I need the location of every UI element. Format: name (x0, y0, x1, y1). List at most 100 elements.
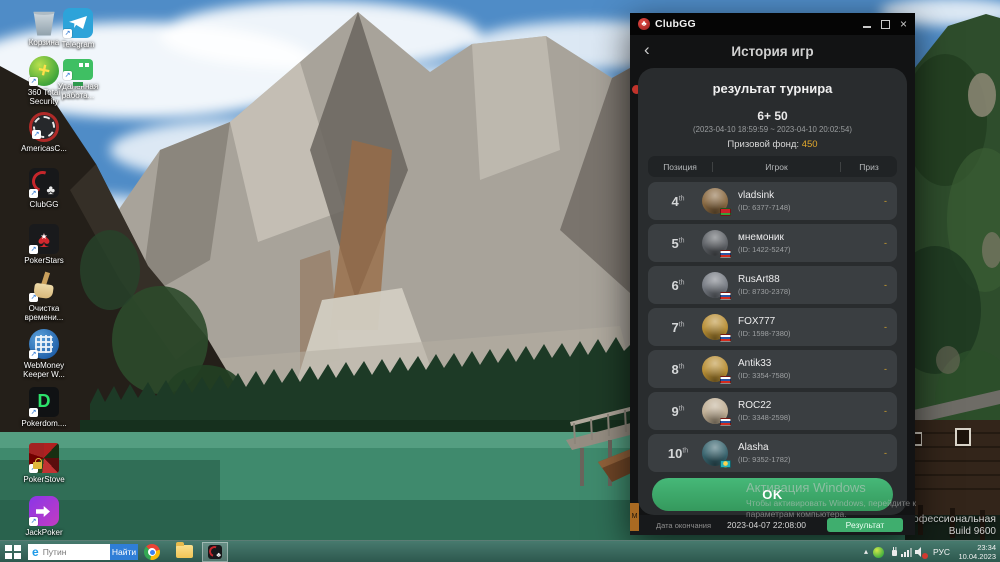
player-row[interactable]: 5th мнемоник (ID: 1422-5247) - (648, 224, 897, 262)
desktop: Корзина ↗Telegram ↗360 Total Security ↗У… (0, 0, 1000, 562)
clubgg-window: ClubGG × ‹ История игр М Дата окончания … (630, 13, 915, 535)
tray-volume-icon[interactable] (915, 547, 926, 557)
desktop-icon-pokerstars[interactable]: ↗PokerStars (20, 224, 68, 265)
player-id: (ID: 1422-5247) (738, 245, 869, 254)
shortcut-arrow-icon: ↗ (29, 189, 38, 198)
close-button[interactable]: × (900, 18, 907, 30)
player-id: (ID: 3354-7580) (738, 371, 869, 380)
desktop-icon-webmoney[interactable]: ↗WebMoney Keeper W... (20, 329, 68, 379)
avatar (702, 230, 728, 256)
flag-russia-icon (720, 250, 731, 258)
shortcut-arrow-icon: ↗ (29, 408, 38, 417)
place: 6th (658, 278, 698, 293)
avatar (702, 188, 728, 214)
window-body: ‹ История игр М Дата окончания 2023-04-0… (630, 35, 915, 535)
desktop-icon-pokerdom[interactable]: ↗Pokerdom.... (20, 387, 68, 428)
flag-russia-icon (720, 292, 731, 300)
tournament-period: (2023-04-10 18:59:59 ~ 2023-04-10 20:02:… (638, 125, 907, 134)
player-row[interactable]: 4th vladsink(ID: 6377-7148) - (648, 182, 897, 220)
avatar (702, 272, 728, 298)
result-button[interactable]: Результат (827, 518, 903, 532)
modal-title: результат турнира (638, 68, 907, 96)
player-name: RusArt88 (738, 274, 869, 285)
player-row[interactable]: 6th RusArt88 (ID: 8730-2378) - (648, 266, 897, 304)
place: 5th (658, 236, 698, 251)
taskbar-clubgg-app[interactable] (202, 542, 228, 562)
ok-button[interactable]: OK (652, 478, 893, 511)
desktop-icon-telegram[interactable]: ↗Telegram (54, 8, 102, 49)
shortcut-arrow-icon: ↗ (29, 293, 38, 302)
file-explorer-icon[interactable] (176, 545, 193, 558)
prize-value: - (869, 406, 887, 416)
desktop-icon-remote-work[interactable]: ↗Удаленная работа... (54, 56, 102, 100)
desktop-icon-cleanup[interactable]: ↗Очистка времени... (20, 272, 68, 322)
place: 10th (658, 446, 698, 461)
cleanup-brush-icon: ↗ (29, 272, 59, 302)
player-id: (ID: 3348-2598) (738, 413, 869, 422)
flag-russia-icon (720, 334, 731, 342)
taskbar-clock[interactable]: 23:34 10.04.2023 (950, 543, 996, 561)
end-date-label: Дата окончания (656, 521, 711, 530)
avatar (702, 314, 728, 340)
search-find-button[interactable]: Найти (110, 544, 138, 560)
flag-russia-icon (720, 376, 731, 384)
prize-value: - (869, 238, 887, 248)
prize-value: - (869, 448, 887, 458)
shortcut-arrow-icon: ↗ (63, 71, 72, 80)
player-id: (ID: 8730-2378) (738, 287, 869, 296)
desktop-icon-americas-cardroom[interactable]: ↗AmericasC... (20, 112, 68, 153)
player-row[interactable]: 7th FOX777(ID: 1598-7380) - (648, 308, 897, 346)
minimize-button[interactable] (863, 26, 871, 28)
player-row[interactable]: 10th Alasha (ID: 9352-1782) - (648, 434, 897, 472)
windows-logo-icon (5, 545, 25, 559)
window-title: ClubGG (655, 18, 696, 30)
tray-usb-icon[interactable] (890, 547, 898, 557)
app-header: ‹ История игр (630, 35, 915, 68)
desktop-icon-pokerstove[interactable]: ↗PokerStove (20, 443, 68, 484)
player-id: (ID: 6377-7148) (738, 203, 869, 212)
desktop-icon-jackpoker[interactable]: ↗JackPoker (20, 496, 68, 537)
clock-date: 10.04.2023 (950, 552, 996, 561)
maximize-button[interactable] (881, 20, 890, 29)
table-header: Позиция Игрок Приз (648, 156, 897, 177)
shortcut-arrow-icon: ↗ (32, 130, 41, 139)
clock-time: 23:34 (950, 543, 996, 552)
prize-value: - (869, 280, 887, 290)
shortcut-arrow-icon: ↗ (29, 245, 38, 254)
taskbar-search-input[interactable]: e Путин (28, 544, 110, 560)
avatar (702, 398, 728, 424)
chrome-icon[interactable] (144, 544, 160, 560)
page-title: История игр (630, 35, 915, 59)
avatar (702, 356, 728, 382)
webmoney-globe-icon: ↗ (29, 329, 59, 359)
tray-360-security-icon[interactable] (873, 547, 884, 558)
tray-expand-icon[interactable]: ▴ (864, 547, 868, 556)
shortcut-arrow-icon: ↗ (29, 77, 38, 86)
back-icon[interactable]: ‹ (644, 40, 650, 60)
player-name: мнемоник (738, 232, 869, 243)
prize-fund: Призовой фонд: 450 (638, 139, 907, 150)
results-list: 4th vladsink(ID: 6377-7148) - 5th мнемон… (648, 182, 897, 472)
player-name: ROC22 (738, 400, 869, 411)
poker-chip-icon: ↗ (29, 112, 59, 142)
side-tab: М (630, 503, 639, 531)
shortcut-arrow-icon: ↗ (63, 29, 72, 38)
clubgg-logo-icon (638, 18, 650, 30)
background-row: Дата окончания 2023-04-07 22:08:00 Резул… (630, 515, 915, 535)
window-titlebar[interactable]: ClubGG × (630, 13, 915, 35)
player-name: FOX777 (738, 316, 869, 327)
flag-russia-icon (720, 418, 731, 426)
language-indicator[interactable]: РУС (933, 547, 950, 557)
volume-badge (922, 553, 928, 559)
prize-fund-value: 450 (802, 139, 818, 150)
desktop-icon-clubgg[interactable]: ↗ClubGG (20, 168, 68, 209)
column-position: Позиция (648, 162, 712, 172)
telegram-icon: ↗ (63, 8, 93, 38)
tray-network-icon[interactable] (901, 548, 912, 557)
player-row[interactable]: 8th Antik33(ID: 3354-7580) - (648, 350, 897, 388)
player-id: (ID: 9352-1782) (738, 455, 869, 464)
player-name: Alasha (738, 442, 869, 453)
clubgg-icon: ↗ (29, 168, 59, 198)
start-button[interactable] (5, 545, 25, 560)
player-row[interactable]: 9th ROC22(ID: 3348-2598) - (648, 392, 897, 430)
